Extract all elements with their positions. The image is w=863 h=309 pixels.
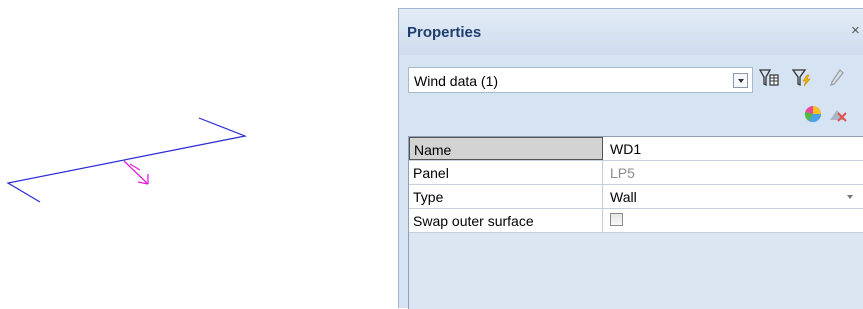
chevron-down-icon[interactable] xyxy=(733,73,748,88)
properties-panel: Properties × Wind data (1) Name WD1 Pane… xyxy=(398,8,863,309)
wall-drawing xyxy=(6,117,248,203)
clear-icon[interactable] xyxy=(827,104,849,124)
name-field[interactable]: WD1 xyxy=(603,137,863,160)
filter-table-icon[interactable] xyxy=(758,67,780,89)
type-value: Wall xyxy=(610,189,637,205)
panel-titlebar: Properties × xyxy=(399,9,863,55)
chevron-down-icon[interactable] xyxy=(847,195,853,199)
swap-outer-surface-checkbox[interactable] xyxy=(610,213,623,226)
property-row-name[interactable]: Name WD1 xyxy=(409,137,863,161)
property-label: Swap outer surface xyxy=(409,209,603,232)
property-label: Name xyxy=(409,137,603,160)
type-dropdown[interactable]: Wall xyxy=(603,185,863,208)
wind-arrow-icon xyxy=(123,160,149,185)
pencil-icon[interactable] xyxy=(827,67,847,89)
property-row-type[interactable]: Type Wall xyxy=(409,185,863,209)
pie-chart-icon[interactable] xyxy=(803,104,825,124)
viewport-canvas[interactable] xyxy=(0,0,398,308)
object-selector[interactable]: Wind data (1) xyxy=(408,67,753,93)
property-row-swap[interactable]: Swap outer surface xyxy=(409,209,863,233)
selector-value: Wind data (1) xyxy=(414,73,499,89)
swap-field xyxy=(603,209,863,232)
property-row-panel[interactable]: Panel LP5 xyxy=(409,161,863,185)
close-icon[interactable]: × xyxy=(851,22,860,39)
property-label: Type xyxy=(409,185,603,208)
wall-line xyxy=(6,117,248,203)
panel-field: LP5 xyxy=(603,161,863,184)
property-label: Panel xyxy=(409,161,603,184)
filter-lightning-icon[interactable] xyxy=(791,67,813,89)
panel-title: Properties xyxy=(407,24,482,41)
property-grid: Name WD1 Panel LP5 Type Wall Swap outer … xyxy=(408,136,863,309)
